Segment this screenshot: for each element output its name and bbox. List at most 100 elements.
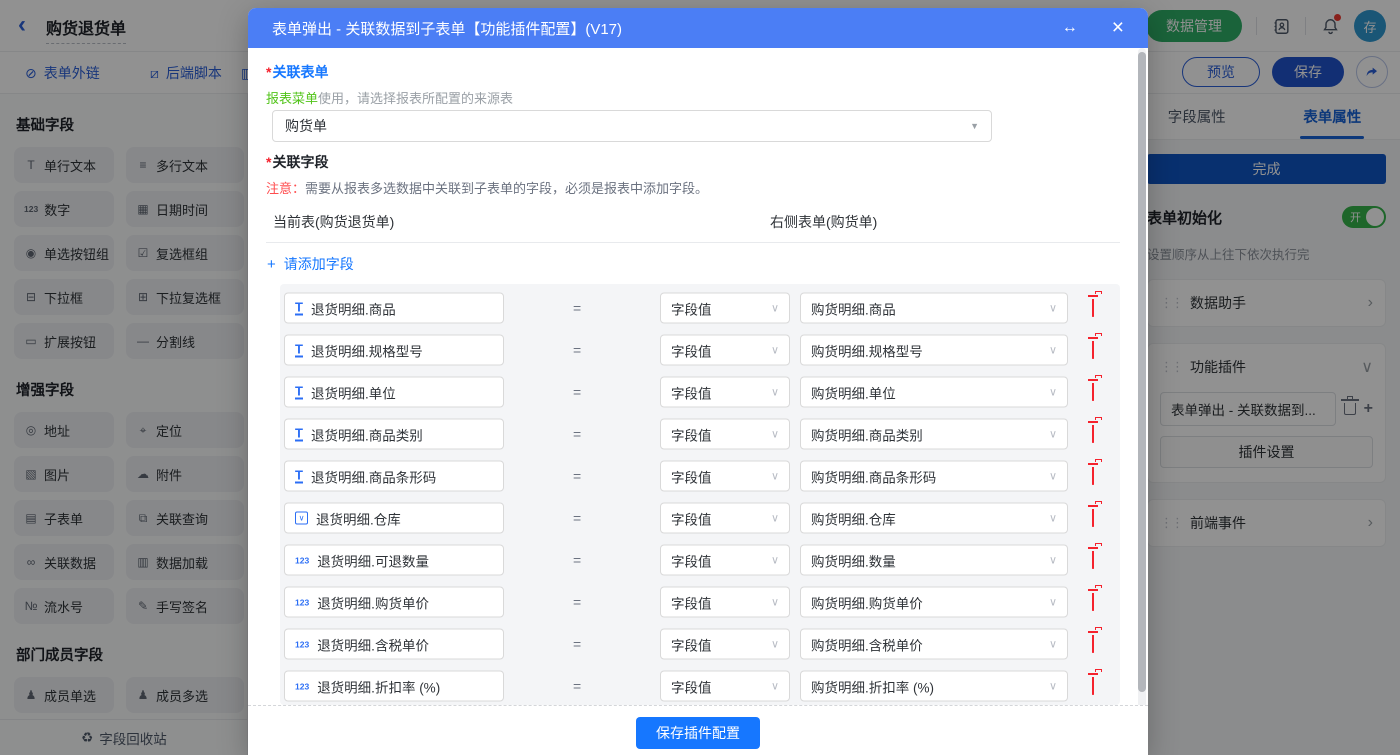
text-input-icon: T [295,383,303,399]
value-type-select[interactable]: 字段值 ∨ [660,586,790,618]
target-field-input[interactable]: T 退货明细.商品 [284,292,504,324]
equals-sign: = [573,342,582,358]
close-icon[interactable]: × [1112,17,1124,38]
related-fields-label: *关联字段 [266,154,329,170]
trash-icon [1092,341,1094,359]
text-input-icon: T [295,299,303,315]
mapping-row: T 退货明细.商品 = 字段值 ∨ 购货明细.商品 ∨ [280,287,1120,329]
source-field-select[interactable]: 购货明细.单位 ∨ [800,376,1068,408]
equals-sign: = [573,510,582,526]
related-fields-note: 注意：需要从报表多选数据中关联到子表单的字段，必须是报表中添加字段。 [266,181,709,196]
target-field-input[interactable]: 123 退货明细.含税单价 [284,628,504,660]
equals-sign: = [573,426,582,442]
trash-icon [1092,551,1094,569]
target-field-input[interactable]: 123 退货明细.折扣率 (%) [284,670,504,702]
source-field-select[interactable]: 购货明细.仓库 ∨ [800,502,1068,534]
mapping-row: T 退货明细.规格型号 = 字段值 ∨ 购货明细.规格型号 ∨ [280,329,1120,371]
app-root: ‹ 购货退货单 数据管理 存 ⊘ 表单外链 ⧄ 后端脚本 预览 保存 基础字段 … [0,0,1400,755]
mapping-row: T 退货明细.商品条形码 = 字段值 ∨ 购货明细.商品条形码 ∨ [280,455,1120,497]
source-field-select[interactable]: 购货明细.含税单价 ∨ [800,628,1068,660]
value-type-select[interactable]: 字段值 ∨ [660,670,790,702]
delete-row-button[interactable] [1092,677,1094,695]
source-field-select[interactable]: 购货明细.规格型号 ∨ [800,334,1068,366]
plus-icon: + [267,256,276,273]
modal-scrollbar[interactable] [1138,48,1146,755]
trash-icon [1092,509,1094,527]
delete-row-button[interactable] [1092,341,1094,359]
chevron-down-icon: ∨ [1048,428,1057,441]
delete-row-button[interactable] [1092,383,1094,401]
target-field-input[interactable]: 123 退货明细.购货单价 [284,586,504,618]
chevron-down-icon: ∨ [770,386,779,399]
right-form-header: 右侧表单(购货单) [770,214,878,230]
equals-sign: = [573,384,582,400]
number-field-icon: 123 [295,555,310,565]
value-type-select[interactable]: 字段值 ∨ [660,418,790,450]
source-field-select[interactable]: 购货明细.商品类别 ∨ [800,418,1068,450]
save-plugin-config-button[interactable]: 保存插件配置 [636,717,760,749]
trash-icon [1092,299,1094,317]
target-field-input[interactable]: ∨ 退货明细.仓库 [284,502,504,534]
chevron-down-icon: ∨ [1048,386,1057,399]
source-field-select[interactable]: 购货明细.商品条形码 ∨ [800,460,1068,492]
source-form-select[interactable]: 购货单 ▼ [272,110,992,142]
text-input-icon: T [295,467,303,483]
delete-row-button[interactable] [1092,593,1094,611]
chevron-down-icon: ∨ [770,638,779,651]
equals-sign: = [573,552,582,568]
delete-row-button[interactable] [1092,635,1094,653]
equals-sign: = [573,468,582,484]
chevron-down-icon: ∨ [1048,302,1057,315]
target-field-input[interactable]: 123 退货明细.可退数量 [284,544,504,576]
chevron-down-icon: ∨ [770,680,779,693]
source-field-select[interactable]: 购货明细.购货单价 ∨ [800,586,1068,618]
resize-arrows-icon[interactable]: ↔ [1062,19,1078,37]
target-field-input[interactable]: T 退货明细.商品条形码 [284,460,504,492]
add-field-link[interactable]: + 请添加字段 [267,254,354,274]
value-type-select[interactable]: 字段值 ∨ [660,292,790,324]
equals-sign: = [573,594,582,610]
chevron-down-icon: ∨ [1048,680,1057,693]
delete-row-button[interactable] [1092,425,1094,443]
chevron-down-icon: ∨ [770,512,779,525]
trash-icon [1092,593,1094,611]
modal-title: 表单弹出 - 关联数据到子表单【功能插件配置】(V17) [272,20,623,38]
target-field-input[interactable]: T 退货明细.商品类别 [284,418,504,450]
chevron-down-icon: ∨ [1048,344,1057,357]
delete-row-button[interactable] [1092,551,1094,569]
value-type-select[interactable]: 字段值 ∨ [660,502,790,534]
current-table-header: 当前表(购货退货单) [273,214,395,230]
source-field-select[interactable]: 购货明细.折扣率 (%) ∨ [800,670,1068,702]
text-input-icon: T [295,341,303,357]
delete-row-button[interactable] [1092,299,1094,317]
modal-scrollbar-thumb[interactable] [1138,52,1146,692]
chevron-down-icon: ∨ [770,344,779,357]
target-field-input[interactable]: T 退货明细.单位 [284,376,504,408]
trash-icon [1092,467,1094,485]
chevron-down-icon: ∨ [1048,512,1057,525]
equals-sign: = [573,678,582,694]
trash-icon [1092,425,1094,443]
field-mapping-list: T 退货明细.商品 = 字段值 ∨ 购货明细.商品 ∨ T 退货明细.规格型号 = 字段… [280,284,1120,705]
chevron-down-icon: ∨ [770,470,779,483]
chevron-down-icon: ∨ [770,554,779,567]
delete-row-button[interactable] [1092,467,1094,485]
value-type-select[interactable]: 字段值 ∨ [660,628,790,660]
source-field-select[interactable]: 购货明细.数量 ∨ [800,544,1068,576]
source-field-select[interactable]: 购货明细.商品 ∨ [800,292,1068,324]
value-type-select[interactable]: 字段值 ∨ [660,544,790,576]
equals-sign: = [573,300,582,316]
number-field-icon: 123 [295,639,310,649]
value-type-select[interactable]: 字段值 ∨ [660,334,790,366]
mapping-row: T 退货明细.单位 = 字段值 ∨ 购货明细.单位 ∨ [280,371,1120,413]
chevron-down-icon: ∨ [1048,554,1057,567]
trash-icon [1092,383,1094,401]
value-type-select[interactable]: 字段值 ∨ [660,460,790,492]
target-field-input[interactable]: T 退货明细.规格型号 [284,334,504,366]
delete-row-button[interactable] [1092,509,1094,527]
related-form-helper: 报表菜单使用，请选择报表所配置的来源表 [266,91,514,106]
modal-body: *关联表单 报表菜单使用，请选择报表所配置的来源表 购货单 ▼ *关联字段 注意… [248,48,1148,755]
value-type-select[interactable]: 字段值 ∨ [660,376,790,408]
related-form-label: *关联表单 [266,64,329,80]
number-field-icon: 123 [295,597,310,607]
